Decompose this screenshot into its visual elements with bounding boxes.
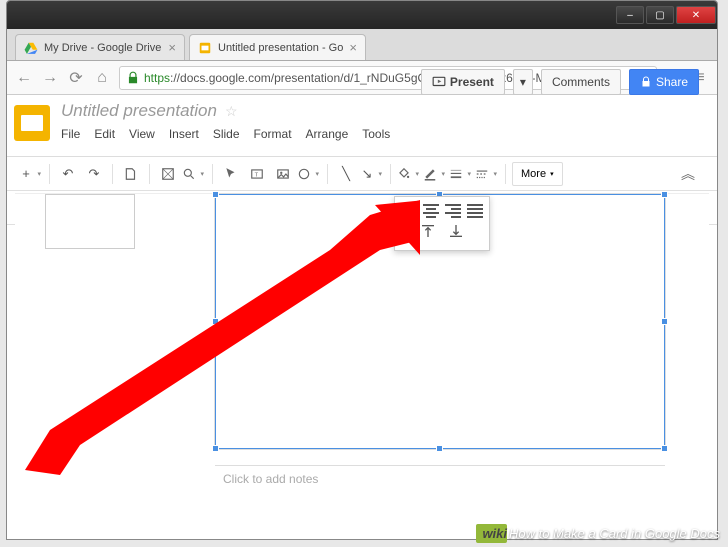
watermark: wikiHow to Make a Card in Google Docs bbox=[476, 524, 720, 543]
url-scheme: https bbox=[144, 71, 170, 85]
redo-button[interactable]: ↷ bbox=[82, 162, 106, 186]
star-icon[interactable]: ☆ bbox=[225, 103, 238, 120]
fill-color-button[interactable] bbox=[397, 162, 421, 186]
present-dropdown[interactable]: ▾ bbox=[513, 69, 533, 95]
forward-icon[interactable]: → bbox=[41, 69, 59, 87]
align-center-icon[interactable] bbox=[423, 203, 439, 219]
play-icon bbox=[432, 75, 446, 89]
arrow-tool[interactable]: ↘ bbox=[360, 162, 384, 186]
window-maximize-button[interactable]: ▢ bbox=[646, 6, 674, 24]
tab-title: My Drive - Google Drive bbox=[44, 42, 162, 54]
align-bottom-icon[interactable] bbox=[448, 223, 464, 244]
drive-icon bbox=[24, 41, 38, 55]
menu-insert[interactable]: Insert bbox=[169, 127, 199, 141]
menu-tools[interactable]: Tools bbox=[362, 127, 390, 141]
undo-button[interactable]: ↶ bbox=[56, 162, 80, 186]
menu-slide[interactable]: Slide bbox=[213, 127, 240, 141]
toolbar-primary: + ↶ ↷ T ╲ ↘ More▾ ︽ bbox=[7, 157, 717, 191]
zoom-button[interactable] bbox=[182, 162, 206, 186]
shape-tool[interactable] bbox=[297, 162, 321, 186]
tab-title: Untitled presentation - Go bbox=[218, 42, 343, 54]
back-icon[interactable]: ← bbox=[15, 69, 33, 87]
menu-file[interactable]: File bbox=[61, 127, 80, 141]
home-icon[interactable]: ⌂ bbox=[93, 69, 111, 87]
line-weight-button[interactable] bbox=[449, 162, 473, 186]
close-icon[interactable]: × bbox=[168, 40, 176, 55]
menu-bar: File Edit View Insert Slide Format Arran… bbox=[61, 127, 707, 141]
doc-actions: Present ▾ Comments Share bbox=[421, 69, 699, 95]
window-titlebar: – ▢ ✕ bbox=[7, 1, 717, 29]
new-slide-button[interactable]: + bbox=[19, 162, 43, 186]
comments-button[interactable]: Comments bbox=[541, 69, 621, 95]
align-dropdown-menu bbox=[394, 196, 490, 251]
window-close-button[interactable]: ✕ bbox=[676, 6, 716, 24]
image-tool[interactable] bbox=[271, 162, 295, 186]
window-minimize-button[interactable]: – bbox=[616, 6, 644, 24]
align-right-icon[interactable] bbox=[445, 203, 461, 219]
share-button[interactable]: Share bbox=[629, 69, 699, 95]
textbox-tool[interactable]: T bbox=[245, 162, 269, 186]
tab-slides[interactable]: Untitled presentation - Go × bbox=[189, 34, 366, 60]
present-button[interactable]: Present bbox=[421, 69, 505, 95]
lock-icon bbox=[126, 71, 140, 85]
doc-title[interactable]: Untitled presentation bbox=[61, 101, 217, 121]
align-left-icon[interactable] bbox=[401, 203, 417, 219]
menu-view[interactable]: View bbox=[129, 127, 155, 141]
slide-thumbnail[interactable] bbox=[45, 194, 135, 249]
zoom-fit-button[interactable] bbox=[156, 162, 180, 186]
reload-icon[interactable]: ⟳ bbox=[67, 68, 85, 88]
more-button[interactable]: More▾ bbox=[512, 162, 563, 186]
lock-icon bbox=[640, 76, 652, 88]
line-tool[interactable]: ╲ bbox=[334, 162, 358, 186]
align-top-icon[interactable] bbox=[420, 223, 436, 244]
line-color-button[interactable] bbox=[423, 162, 447, 186]
speaker-notes[interactable]: Click to add notes bbox=[215, 465, 665, 493]
browser-window: – ▢ ✕ My Drive - Google Drive × Untitled… bbox=[6, 0, 718, 540]
collapse-icon[interactable]: ︽ bbox=[671, 164, 705, 184]
menu-arrange[interactable]: Arrange bbox=[306, 127, 349, 141]
browser-tabstrip: My Drive - Google Drive × Untitled prese… bbox=[7, 29, 717, 61]
align-justify-icon[interactable] bbox=[467, 203, 483, 219]
select-tool[interactable] bbox=[219, 162, 243, 186]
doc-header: Untitled presentation ☆ File Edit View I… bbox=[7, 95, 717, 157]
print-button[interactable] bbox=[119, 162, 143, 186]
close-icon[interactable]: × bbox=[349, 40, 357, 55]
svg-text:T: T bbox=[255, 172, 259, 178]
slides-logo[interactable] bbox=[7, 95, 57, 156]
canvas-area: Click to add notes bbox=[15, 193, 709, 495]
line-dash-button[interactable] bbox=[475, 162, 499, 186]
tab-drive[interactable]: My Drive - Google Drive × bbox=[15, 34, 185, 60]
menu-edit[interactable]: Edit bbox=[94, 127, 115, 141]
menu-format[interactable]: Format bbox=[254, 127, 292, 141]
slides-icon bbox=[198, 41, 212, 55]
